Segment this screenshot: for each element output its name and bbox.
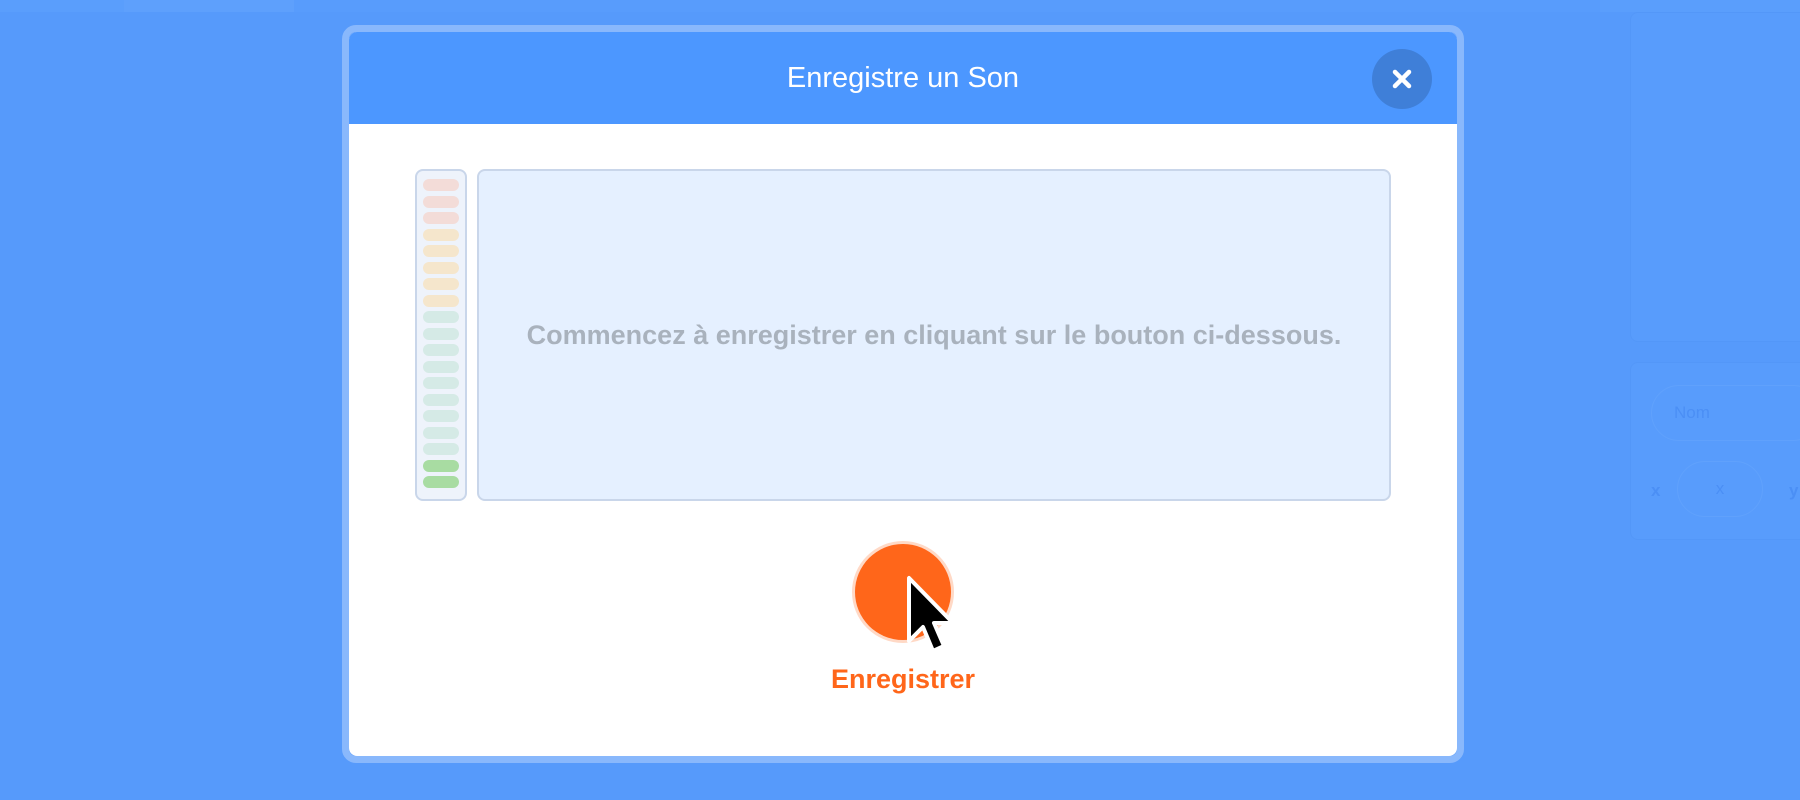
close-icon (1392, 69, 1412, 89)
level-meter-bar (423, 410, 459, 422)
level-meter-bar (423, 228, 459, 241)
record-button[interactable] (855, 544, 951, 640)
level-meter-bar (423, 261, 459, 274)
level-meter-bar (423, 327, 459, 340)
modal-header: Enregistre un Son (349, 32, 1457, 124)
level-meter-bar (423, 344, 459, 356)
level-meter-bar (423, 459, 459, 472)
level-meter-bar (423, 195, 459, 208)
level-meter-bar (423, 245, 459, 257)
record-label[interactable]: Enregistrer (803, 664, 1003, 695)
level-meter-bar (423, 311, 459, 323)
level-meter-bar (423, 443, 459, 455)
record-sound-modal: Enregistre un Son Commencez à enregistre… (349, 32, 1457, 756)
level-meter-bar (423, 360, 459, 373)
level-meter-bar (423, 426, 459, 439)
level-meter-bar (423, 476, 459, 488)
close-button[interactable] (1372, 49, 1432, 109)
audio-level-meter (415, 169, 467, 501)
level-meter-bar (423, 294, 459, 307)
level-meter-bar (423, 393, 459, 406)
modal-title: Enregistre un Son (786, 61, 1020, 94)
recording-area: Commencez à enregistrer en cliquant sur … (477, 169, 1391, 501)
level-meter-bar (423, 179, 459, 191)
record-instruction: Commencez à enregistrer en cliquant sur … (526, 319, 1342, 350)
level-meter-bar (423, 377, 459, 389)
level-meter-bar (423, 278, 459, 290)
level-meter-bar (423, 212, 459, 224)
